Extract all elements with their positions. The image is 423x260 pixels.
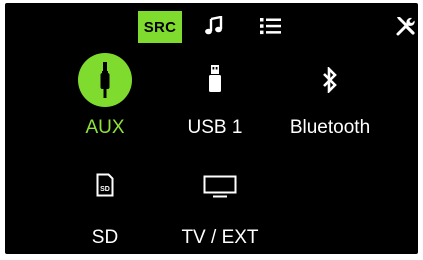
source-label-bluetooth: Bluetooth: [289, 117, 371, 138]
music-note-icon: [205, 15, 223, 35]
list-icon: [260, 18, 281, 35]
bluetooth-icon: [323, 67, 337, 93]
tab-src-label: SRC: [143, 18, 177, 36]
usb-icon: [209, 65, 221, 92]
source-label-tv-ext: TV / EXT: [181, 227, 259, 248]
tv-icon: [203, 175, 237, 198]
source-tv-ext[interactable]: TV / EXT: [160, 171, 280, 254]
tools-icon: [396, 17, 415, 36]
svg-text:SD: SD: [100, 186, 110, 193]
source-usb-1[interactable]: USB 1: [155, 53, 275, 143]
source-label-aux: AUX: [85, 117, 125, 138]
settings-button[interactable]: [394, 14, 418, 38]
tab-list[interactable]: [260, 17, 282, 35]
source-bluetooth[interactable]: Bluetooth: [270, 53, 390, 143]
tab-src[interactable]: SRC: [138, 11, 182, 43]
tab-music[interactable]: [204, 15, 224, 36]
source-label-sd: SD: [91, 227, 119, 248]
top-bar: SRC: [5, 3, 418, 43]
sd-card-icon: SD: [96, 173, 114, 197]
source-aux[interactable]: AUX: [45, 53, 165, 143]
aux-jack-icon: [78, 53, 132, 107]
source-label-usb-1: USB 1: [187, 117, 243, 138]
head-unit-screen: SRC AUX USB 1 Bluetooth SD SD TV / EXT: [5, 3, 418, 254]
source-sd[interactable]: SD SD: [45, 171, 165, 254]
